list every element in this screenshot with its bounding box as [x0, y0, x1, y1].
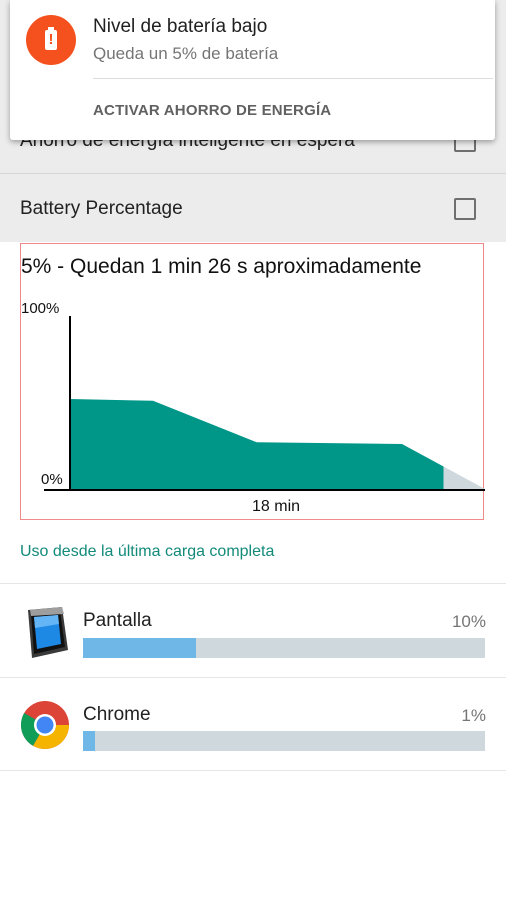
x-axis-label: 18 min	[252, 498, 301, 515]
divider	[0, 583, 506, 584]
chrome-icon	[20, 701, 69, 750]
divider	[0, 770, 506, 771]
low-battery-notification[interactable]: ! Nivel de batería bajo Queda un 5% de b…	[10, 0, 495, 140]
app-percent: 1%	[461, 706, 486, 725]
usage-bar-fill	[83, 638, 196, 658]
usage-bar	[83, 638, 485, 658]
usage-since-full-charge-link[interactable]: Uso desde la última carga completa	[20, 543, 274, 561]
divider	[0, 677, 506, 678]
app-name: Pantalla	[83, 610, 152, 631]
notification-title: Nivel de batería bajo	[93, 16, 268, 37]
y-tick-label-max: 100%	[21, 300, 60, 317]
display-screen-icon	[28, 607, 68, 658]
battery-percentage-checkbox[interactable]	[454, 198, 476, 220]
setting-label: Battery Percentage	[20, 198, 183, 219]
app-percent: 10%	[451, 612, 486, 631]
setting-row-battery-percentage[interactable]: Battery Percentage	[0, 178, 506, 242]
y-tick-label-min: 0%	[41, 471, 63, 488]
usage-bar	[83, 731, 485, 751]
app-name: Chrome	[83, 704, 151, 725]
battery-alert-icon: !	[26, 15, 76, 65]
battery-remaining-title: 5% - Quedan 1 min 26 s aproximadamente	[21, 255, 422, 278]
notification-divider	[93, 78, 493, 79]
battery-chart-frame	[20, 243, 484, 520]
usage-bar-fill	[83, 731, 96, 751]
activate-power-saving-button[interactable]: ACTIVAR AHORRO DE ENERGÍA	[93, 102, 331, 119]
notification-subtitle: Queda un 5% de batería	[93, 44, 279, 63]
